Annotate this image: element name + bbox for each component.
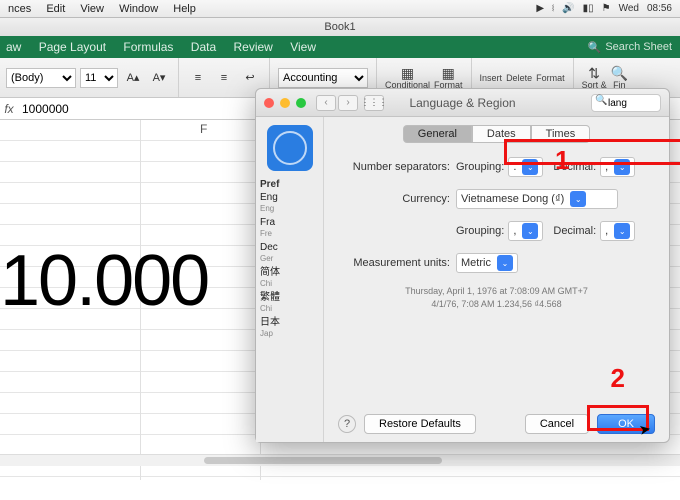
search-icon: 🔍	[595, 95, 607, 106]
list-item-sub: Jap	[260, 329, 319, 338]
table-icon: ▦	[442, 66, 455, 80]
tab-review[interactable]: Review	[233, 40, 272, 54]
font-name-select[interactable]: (Body)	[6, 68, 76, 88]
sort-icon: ⇅	[588, 66, 600, 80]
list-item[interactable]: Eng	[260, 192, 319, 203]
formula-value[interactable]: 1000000	[18, 102, 69, 116]
search-placeholder: Search Sheet	[605, 41, 672, 53]
sort-filter-button[interactable]: ⇅Sort &	[582, 66, 607, 90]
horizontal-scrollbar[interactable]	[0, 454, 680, 466]
search-icon: 🔍	[588, 41, 602, 54]
chevron-down-icon: ⌄	[570, 191, 586, 207]
ribbon-tabs: aw Page Layout Formulas Data Review View…	[0, 36, 680, 58]
chevron-down-icon: ⌄	[522, 159, 538, 175]
list-item-sub: Chi	[260, 279, 319, 288]
tab-formulas[interactable]: Formulas	[123, 40, 173, 54]
currency-decimal-select[interactable]: ,⌄	[600, 221, 635, 241]
menu-app[interactable]: nces	[8, 3, 31, 15]
measurement-label: Measurement units:	[338, 257, 456, 269]
wifi-icon: ⧙	[552, 3, 554, 14]
wrap-text-icon[interactable]: ↩	[239, 67, 261, 89]
align-left-icon[interactable]: ≡	[187, 67, 209, 89]
active-cell-value: 10.000	[0, 240, 208, 322]
flag-icon: ⚑	[602, 3, 611, 14]
grouping-select[interactable]: .⌄	[508, 157, 543, 177]
cancel-button[interactable]: Cancel	[525, 414, 589, 434]
measurement-select[interactable]: Metric⌄	[456, 253, 518, 273]
window-titlebar: Book1	[0, 18, 680, 36]
dialog-titlebar: ‹ › ⋮⋮⋮ Language & Region 🔍	[256, 89, 669, 117]
list-item[interactable]: 日本	[260, 317, 319, 328]
tab-draw[interactable]: aw	[6, 40, 21, 54]
restore-defaults-button[interactable]: Restore Defaults	[364, 414, 476, 434]
format-as-table-button[interactable]: ▦Format	[434, 66, 463, 90]
preferred-languages-header: Pref	[260, 179, 319, 190]
sample-preview: Thursday, April 1, 1976 at 7:08:09 AM GM…	[338, 285, 655, 311]
volume-icon: 🔊	[562, 3, 574, 14]
menu-view[interactable]: View	[80, 3, 104, 15]
list-item[interactable]: 繁體	[260, 292, 319, 303]
grouping-label: Grouping:	[456, 161, 504, 173]
number-separators-label: Number separators:	[338, 161, 456, 173]
chevron-down-icon: ⌄	[522, 223, 538, 239]
currency-select[interactable]: Vietnamese Dong (₫)⌄	[456, 189, 618, 209]
annotation-marker-1: 1	[555, 145, 569, 176]
play-icon: ▶	[536, 3, 544, 14]
list-item-sub: Eng	[260, 204, 319, 213]
list-item-sub: Chi	[260, 304, 319, 313]
help-button[interactable]: ?	[338, 415, 356, 433]
tab-times[interactable]: Times	[531, 125, 591, 143]
currency-label: Currency:	[338, 193, 456, 205]
mac-menubar: nces Edit View Window Help ▶ ⧙ 🔊 ▮▯ ⚑ We…	[0, 0, 680, 18]
document-title: Book1	[324, 21, 355, 33]
battery-icon: ▮▯	[583, 3, 594, 14]
conditional-icon: ▦	[401, 66, 414, 80]
currency-grouping-select[interactable]: ,⌄	[508, 221, 543, 241]
menubar-day: Wed	[619, 3, 639, 14]
currency-decimal-label: Decimal:	[553, 225, 596, 237]
dialog-content: General Dates Times Number separators: G…	[324, 117, 669, 442]
ribbon-search[interactable]: 🔍 Search Sheet	[588, 41, 672, 54]
delete-cells-button[interactable]: Delete	[506, 73, 532, 83]
list-item[interactable]: Fra	[260, 217, 319, 228]
chevron-down-icon: ⌄	[614, 159, 630, 175]
menu-edit[interactable]: Edit	[46, 3, 65, 15]
tab-general[interactable]: General	[403, 125, 472, 143]
find-button[interactable]: 🔍Fin	[611, 66, 628, 90]
conditional-format-button[interactable]: ▦Conditional	[385, 66, 430, 90]
currency-grouping-label: Grouping:	[456, 225, 504, 237]
chevron-down-icon: ⌄	[497, 255, 513, 271]
list-item[interactable]: 简体	[260, 267, 319, 278]
font-size-select[interactable]: 11	[80, 68, 118, 88]
list-item-sub: Ger	[260, 254, 319, 263]
globe-icon	[267, 125, 313, 171]
menu-window[interactable]: Window	[119, 3, 158, 15]
language-region-dialog: ‹ › ⋮⋮⋮ Language & Region 🔍 Pref EngEng …	[255, 88, 670, 443]
tab-page-layout[interactable]: Page Layout	[39, 40, 106, 54]
insert-cells-button[interactable]: Insert	[480, 73, 503, 83]
column-header-f[interactable]: F	[200, 122, 207, 136]
decimal-select[interactable]: ,⌄	[600, 157, 635, 177]
list-item[interactable]: Dec	[260, 242, 319, 253]
fx-label: fx	[0, 102, 18, 116]
menubar-time: 08:56	[647, 3, 672, 14]
format-cells-button[interactable]: Format	[536, 73, 565, 83]
dialog-sidebar: Pref EngEng FraFre DecGer 简体Chi 繁體Chi 日本…	[256, 117, 324, 442]
align-center-icon[interactable]: ≡	[213, 67, 235, 89]
list-item-sub: Fre	[260, 229, 319, 238]
tab-dates[interactable]: Dates	[472, 125, 531, 143]
annotation-marker-2: 2	[611, 363, 625, 394]
decrease-font-icon[interactable]: A▾	[148, 67, 170, 89]
increase-font-icon[interactable]: A▴	[122, 67, 144, 89]
tab-data[interactable]: Data	[191, 40, 216, 54]
find-icon: 🔍	[611, 66, 628, 80]
menu-help[interactable]: Help	[173, 3, 196, 15]
tab-view[interactable]: View	[290, 40, 316, 54]
number-format-select[interactable]: Accounting	[278, 68, 368, 88]
chevron-down-icon: ⌄	[614, 223, 630, 239]
